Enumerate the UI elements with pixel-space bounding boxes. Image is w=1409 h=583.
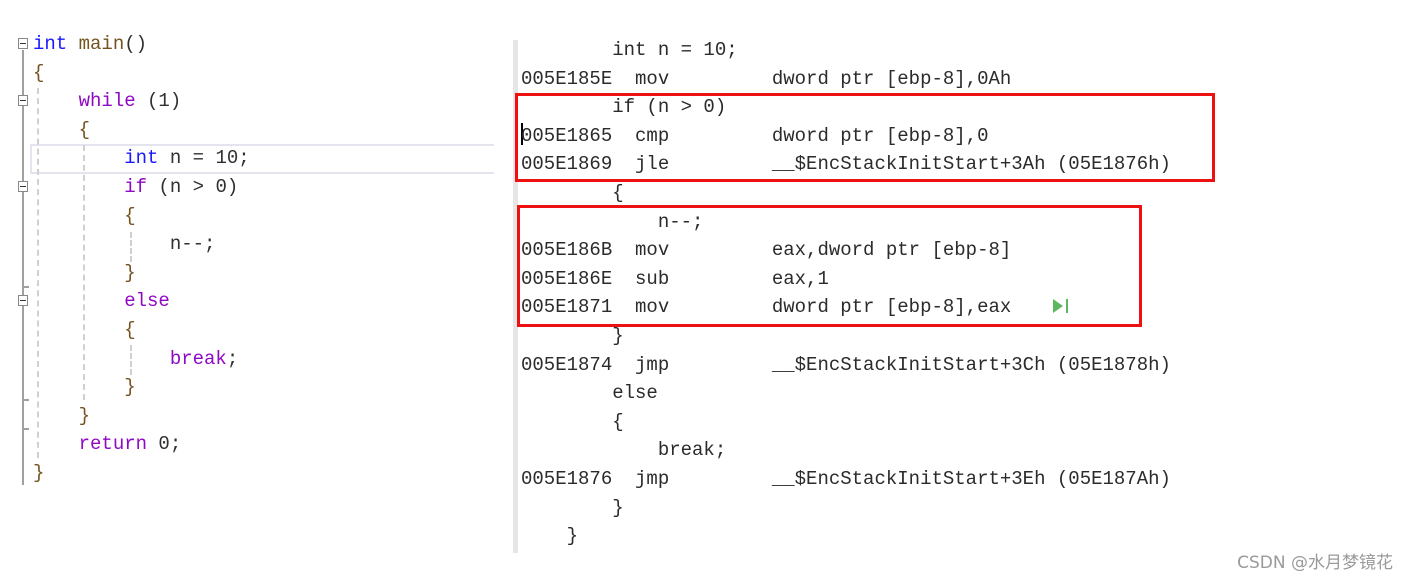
collapse-icon[interactable] bbox=[18, 181, 28, 192]
code-line[interactable]: break; bbox=[33, 345, 238, 373]
code-token: () bbox=[124, 33, 148, 55]
code-line[interactable]: while (1) bbox=[33, 87, 182, 115]
asm-source-line[interactable]: } bbox=[521, 522, 578, 550]
asm-source-line[interactable]: if (n > 0) bbox=[521, 93, 726, 121]
asm-source-line[interactable]: else bbox=[521, 379, 658, 407]
code-token: n--; bbox=[169, 233, 216, 256]
code-token: { bbox=[124, 319, 136, 341]
run-to-cursor-icon-bar bbox=[1066, 299, 1068, 313]
code-token: } bbox=[78, 404, 91, 427]
outline-tick bbox=[22, 428, 29, 430]
collapse-icon[interactable] bbox=[18, 38, 28, 49]
collapse-icon[interactable] bbox=[18, 295, 28, 306]
code-line[interactable]: return 0; bbox=[33, 430, 182, 458]
code-token: main bbox=[78, 33, 125, 55]
watermark: CSDN @水月梦镜花 bbox=[1237, 553, 1393, 573]
asm-source-line[interactable]: } bbox=[521, 494, 623, 522]
asm-instruction-line[interactable]: 005E1871 mov dword ptr [ebp-8],eax bbox=[521, 293, 1011, 321]
code-line[interactable]: { bbox=[33, 202, 136, 230]
code-line[interactable]: else bbox=[33, 287, 170, 315]
code-token: n = 10; bbox=[158, 147, 250, 170]
outline-tick bbox=[22, 286, 29, 288]
asm-source-line[interactable]: { bbox=[521, 408, 623, 436]
code-line[interactable]: { bbox=[33, 116, 90, 144]
asm-source-line[interactable]: int n = 10; bbox=[521, 36, 737, 64]
asm-source-line[interactable]: break; bbox=[521, 436, 726, 464]
asm-source-line[interactable]: n--; bbox=[521, 208, 704, 236]
code-line[interactable]: } bbox=[33, 373, 136, 401]
code-token: return bbox=[78, 433, 148, 456]
outline-line bbox=[22, 50, 24, 485]
code-line[interactable]: { bbox=[33, 316, 136, 344]
code-token: ; bbox=[226, 347, 239, 370]
code-token: } bbox=[124, 261, 136, 284]
code-line[interactable]: } bbox=[33, 459, 44, 487]
source-editor[interactable]: int main() { while (1) { int n = 10; if (… bbox=[0, 0, 500, 500]
asm-source-line[interactable]: { bbox=[521, 179, 623, 207]
code-token: if bbox=[124, 176, 148, 198]
code-token: int bbox=[124, 147, 159, 170]
code-token: int bbox=[33, 33, 68, 55]
code-token: } bbox=[124, 376, 136, 399]
code-line[interactable]: { bbox=[33, 59, 44, 87]
code-token: (n > 0) bbox=[147, 176, 239, 198]
code-token: else bbox=[124, 290, 170, 313]
code-token: { bbox=[33, 61, 45, 84]
collapse-icon[interactable] bbox=[18, 95, 28, 106]
asm-instruction-line[interactable]: 005E1876 jmp __$EncStackInitStart+3Eh (0… bbox=[521, 465, 1171, 493]
asm-source-line[interactable]: } bbox=[521, 322, 623, 350]
asm-instruction-line[interactable]: 005E186B mov eax,dword ptr [ebp-8] bbox=[521, 236, 1011, 264]
asm-instruction-line[interactable]: 005E1874 jmp __$EncStackInitStart+3Ch (0… bbox=[521, 351, 1171, 379]
asm-instruction-line[interactable]: 005E185E mov dword ptr [ebp-8],0Ah bbox=[521, 65, 1011, 93]
asm-instruction-line[interactable]: 005E1869 jle __$EncStackInitStart+3Ah (0… bbox=[521, 150, 1171, 178]
code-line[interactable]: if (n > 0) bbox=[33, 173, 238, 201]
code-line[interactable]: int n = 10; bbox=[33, 144, 250, 172]
code-line[interactable]: } bbox=[33, 402, 90, 430]
code-line[interactable]: int main() bbox=[33, 30, 147, 58]
code-token: (1) bbox=[135, 90, 182, 113]
code-token: { bbox=[78, 118, 91, 141]
code-token: } bbox=[33, 462, 45, 484]
code-line[interactable]: } bbox=[33, 259, 136, 287]
code-token: 0; bbox=[147, 433, 182, 456]
code-token: while bbox=[78, 90, 136, 113]
code-line[interactable]: n--; bbox=[33, 230, 216, 258]
code-token: { bbox=[124, 204, 136, 227]
outline-tick bbox=[22, 399, 29, 401]
asm-instruction-line[interactable]: 005E1865 cmp dword ptr [ebp-8],0 bbox=[521, 122, 988, 150]
disassembly-view[interactable]: int n = 10; 005E185E mov dword ptr [ebp-8… bbox=[505, 0, 1405, 560]
code-token: break bbox=[169, 347, 227, 370]
run-to-cursor-icon[interactable] bbox=[1053, 299, 1063, 313]
asm-instruction-line[interactable]: 005E186E sub eax,1 bbox=[521, 265, 829, 293]
